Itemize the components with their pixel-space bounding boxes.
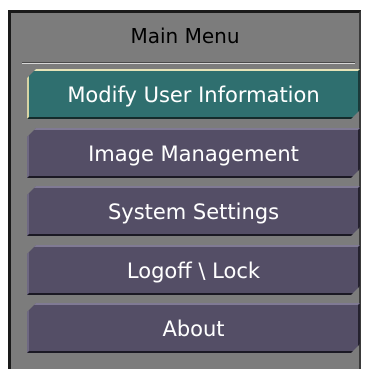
image-management-button[interactable]: Image Management — [27, 128, 360, 178]
system-settings-label: System Settings — [107, 200, 280, 224]
menu-title: Main Menu — [130, 24, 240, 48]
modify-user-information-button[interactable]: Modify User Information — [27, 69, 360, 119]
title-divider — [22, 62, 355, 64]
logoff-lock-button[interactable]: Logoff \ Lock — [27, 245, 360, 295]
main-menu-panel: Main Menu Modify User Information Image … — [8, 10, 361, 369]
logoff-lock-label: Logoff \ Lock — [126, 259, 261, 283]
system-settings-button[interactable]: System Settings — [27, 186, 360, 236]
about-label: About — [162, 317, 225, 341]
about-button[interactable]: About — [27, 303, 360, 353]
modify-user-information-label: Modify User Information — [67, 83, 320, 107]
image-management-label: Image Management — [88, 142, 299, 166]
